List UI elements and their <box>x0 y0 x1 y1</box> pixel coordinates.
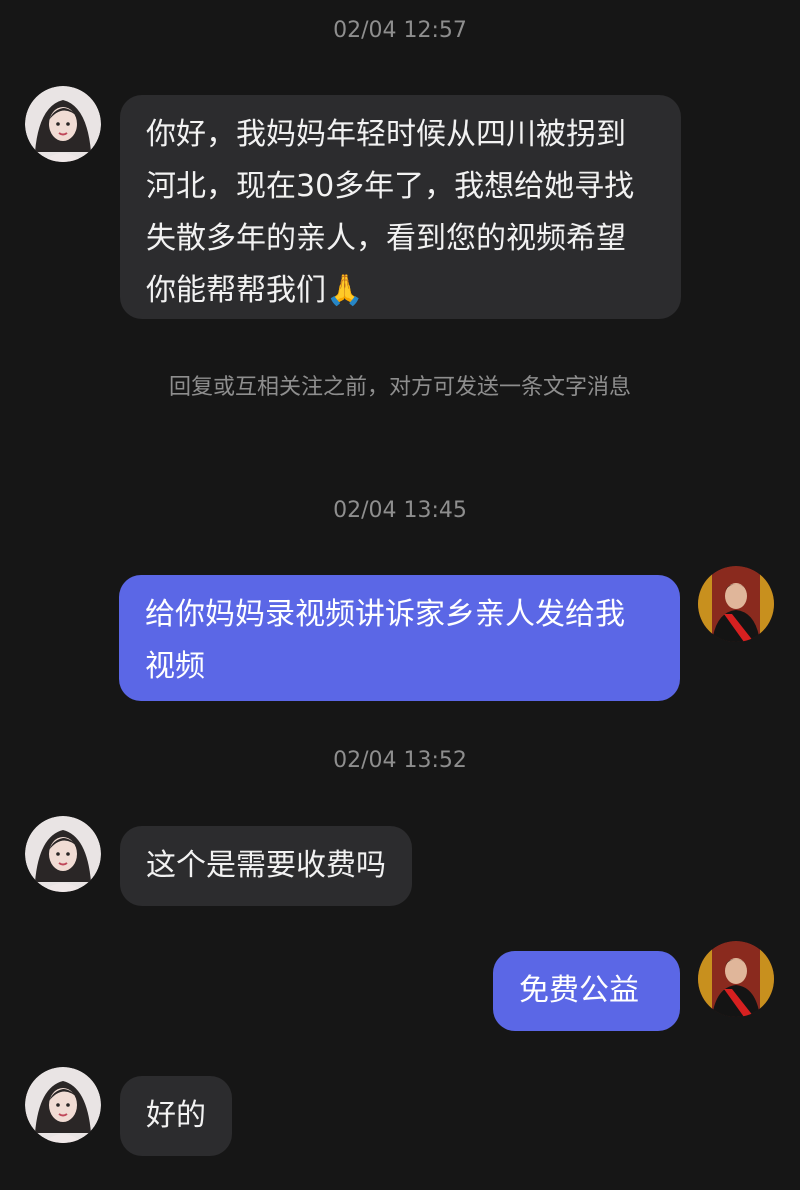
my-avatar[interactable] <box>698 941 774 1017</box>
timestamp: 02/04 13:45 <box>333 498 467 523</box>
contact-avatar[interactable] <box>25 816 101 892</box>
message-bubble-outgoing[interactable]: 给你妈妈录视频讲诉家乡亲人发给我视频 <box>119 575 680 701</box>
message-bubble-incoming[interactable]: 这个是需要收费吗 <box>120 826 412 906</box>
message-bubble-incoming[interactable]: 你好，我妈妈年轻时候从四川被拐到河北，现在30多年了，我想给她寻找失散多年的亲人… <box>120 95 681 319</box>
message-bubble-incoming[interactable]: 好的 <box>120 1076 232 1156</box>
contact-avatar[interactable] <box>25 86 101 162</box>
timestamp: 02/04 13:52 <box>333 748 467 773</box>
timestamp: 02/04 12:57 <box>333 18 467 43</box>
my-avatar[interactable] <box>698 566 774 642</box>
message-bubble-outgoing[interactable]: 免费公益 <box>493 951 680 1031</box>
contact-avatar[interactable] <box>25 1067 101 1143</box>
message-limit-notice: 回复或互相关注之前，对方可发送一条文字消息 <box>168 375 631 400</box>
